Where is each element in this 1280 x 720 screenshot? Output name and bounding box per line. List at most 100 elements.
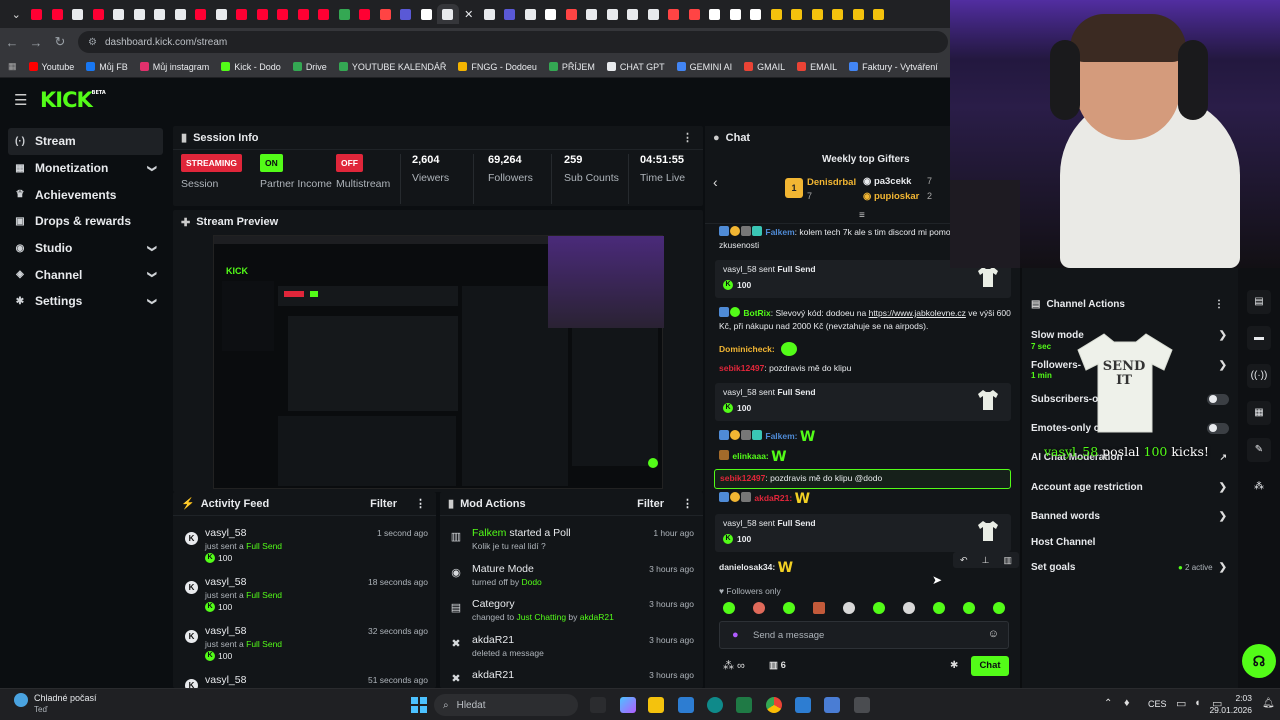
- gifter-name[interactable]: ◉ pa3cekk: [863, 176, 911, 187]
- layout-icon[interactable]: ▦: [1247, 401, 1271, 425]
- browser-tab[interactable]: [684, 4, 705, 24]
- community-icon[interactable]: ⁂ ∞: [723, 659, 745, 672]
- emote-icon[interactable]: [723, 602, 735, 614]
- bookmark-item[interactable]: GMAIL: [744, 62, 785, 72]
- taskbar-search[interactable]: ⌕ Hledat: [434, 694, 578, 716]
- browser-tab[interactable]: [479, 4, 500, 24]
- emote-icon[interactable]: [783, 602, 795, 614]
- mic-tray-icon[interactable]: ♦: [1124, 697, 1130, 709]
- browser-tab[interactable]: [109, 4, 130, 24]
- account-age-row[interactable]: Account age restriction ❯: [1031, 476, 1231, 498]
- tray-chevron-icon[interactable]: ⌃: [1104, 698, 1112, 709]
- kick-logo[interactable]: KICK BETA: [40, 88, 106, 112]
- network-icon[interactable]: ▭: [1176, 697, 1186, 710]
- browser-tab[interactable]: [725, 4, 746, 24]
- emote-icon[interactable]: [963, 602, 975, 614]
- more-icon[interactable]: ⋮: [415, 497, 426, 510]
- browser-tab[interactable]: [787, 4, 808, 24]
- bookmark-item[interactable]: Můj FB: [86, 62, 128, 72]
- emote-icon[interactable]: [993, 602, 1005, 614]
- menu-icon[interactable]: ☰: [14, 91, 28, 109]
- task-view-icon[interactable]: [590, 697, 606, 713]
- weather-icon[interactable]: [14, 693, 28, 707]
- bookmark-item[interactable]: Drive: [292, 62, 327, 72]
- browser-tab[interactable]: [355, 4, 376, 24]
- url-field[interactable]: ⚙ dashboard.kick.com/stream: [78, 31, 948, 53]
- browser-tab[interactable]: [705, 4, 726, 24]
- browser-tab[interactable]: [273, 4, 294, 24]
- host-channel-row[interactable]: Host Channel: [1031, 531, 1231, 553]
- browser-tab[interactable]: [766, 4, 787, 24]
- banned-words-row[interactable]: Banned words ❯: [1031, 505, 1231, 527]
- more-icon[interactable]: ⋮: [682, 131, 693, 144]
- browser-tab[interactable]: [643, 4, 664, 24]
- edge-icon[interactable]: [707, 697, 723, 713]
- bookmark-item[interactable]: YOUTUBE KALENDÁŘ: [338, 62, 446, 72]
- emotes-toggle[interactable]: [1207, 422, 1229, 434]
- activity-filter-button[interactable]: Filter: [370, 498, 397, 510]
- browser-tab[interactable]: [191, 4, 212, 24]
- activity-user[interactable]: vasyl_58: [205, 674, 246, 686]
- forward-icon[interactable]: →: [24, 35, 48, 50]
- clock-time[interactable]: 2:03: [1226, 693, 1252, 703]
- mod-sub-link[interactable]: akdaR21: [580, 612, 614, 622]
- browser-tab[interactable]: [561, 4, 582, 24]
- bookmark-item[interactable]: CHAT GPT: [606, 62, 665, 72]
- bookmark-item[interactable]: Kick - Dodo: [221, 62, 281, 72]
- bookmark-item[interactable]: PŘÍJEM: [548, 62, 595, 72]
- browser-tab[interactable]: [828, 4, 849, 24]
- chat-send-button[interactable]: Chat: [971, 656, 1009, 676]
- emote-icon[interactable]: [813, 602, 825, 614]
- chat-username[interactable]: BotRix: [743, 308, 770, 318]
- browser-tab[interactable]: [47, 4, 68, 24]
- broadcast-icon[interactable]: ((·)): [1247, 364, 1271, 388]
- chat-username[interactable]: danielosak34:: [719, 562, 775, 572]
- browser-tab[interactable]: [129, 4, 150, 24]
- sidebar-item-achievements[interactable]: ♛ Achievements: [0, 181, 170, 208]
- app-icon[interactable]: [678, 697, 694, 713]
- emoji-icon[interactable]: ☺: [988, 628, 999, 640]
- emote-icon[interactable]: [843, 602, 855, 614]
- emote-icon[interactable]: [933, 602, 945, 614]
- sidebar-item-stream[interactable]: (·) Stream: [8, 128, 163, 155]
- browser-tab[interactable]: [869, 4, 890, 24]
- clock-date[interactable]: 29.01.2026: [1208, 705, 1252, 715]
- browser-tab[interactable]: [293, 4, 314, 24]
- mic-icon[interactable]: ●: [732, 629, 739, 641]
- chat-username[interactable]: akdaR21:: [754, 493, 792, 503]
- bookmark-item[interactable]: GEMINI AI: [676, 62, 732, 72]
- browser-tab[interactable]: [88, 4, 109, 24]
- calculator-icon[interactable]: [854, 697, 870, 713]
- gifter-name[interactable]: ◉ pupioskar: [863, 191, 919, 202]
- reload-icon[interactable]: ↻: [48, 34, 72, 50]
- chat-username[interactable]: sebik12497: [719, 363, 764, 373]
- browser-tab[interactable]: [211, 4, 232, 24]
- folder-icon[interactable]: [648, 697, 664, 713]
- chat-link[interactable]: https://www.jabkolevne.cz: [869, 308, 966, 318]
- browser-tab[interactable]: [582, 4, 603, 24]
- browser-tab[interactable]: [436, 4, 459, 24]
- mod-sub-link[interactable]: Just Chatting: [516, 612, 566, 622]
- bookmark-item[interactable]: FNGG - Dodoeu: [458, 62, 537, 72]
- excel-icon[interactable]: [736, 697, 752, 713]
- stream-preview-video[interactable]: KICK: [213, 235, 664, 489]
- chat-settings-icon[interactable]: ✱: [950, 660, 958, 671]
- chat-input[interactable]: ● Send a message ☺: [719, 621, 1009, 649]
- bookmark-item[interactable]: Faktury - Vytváření: [849, 62, 938, 72]
- browser-tab[interactable]: [375, 4, 396, 24]
- browser-tab[interactable]: [314, 4, 335, 24]
- activity-user[interactable]: vasyl_58: [205, 576, 246, 588]
- mod-user[interactable]: Falkem: [472, 527, 506, 539]
- chat-bubble-icon[interactable]: ▬: [1247, 326, 1271, 350]
- close-tab-icon[interactable]: ✕: [459, 4, 480, 24]
- chrome-icon[interactable]: [766, 697, 782, 713]
- gifter-name[interactable]: Denisdrbal: [807, 177, 856, 188]
- back-icon[interactable]: ←: [0, 35, 24, 50]
- app-icon[interactable]: [795, 697, 811, 713]
- mod-sub-link[interactable]: Dodo: [521, 577, 541, 587]
- collapse-icon[interactable]: ≡: [859, 210, 865, 221]
- notifications-icon[interactable]: 🔔︎: [1262, 698, 1275, 709]
- activity-user[interactable]: vasyl_58: [205, 527, 246, 539]
- mod-filter-button[interactable]: Filter: [637, 498, 664, 510]
- browser-tab[interactable]: [664, 4, 685, 24]
